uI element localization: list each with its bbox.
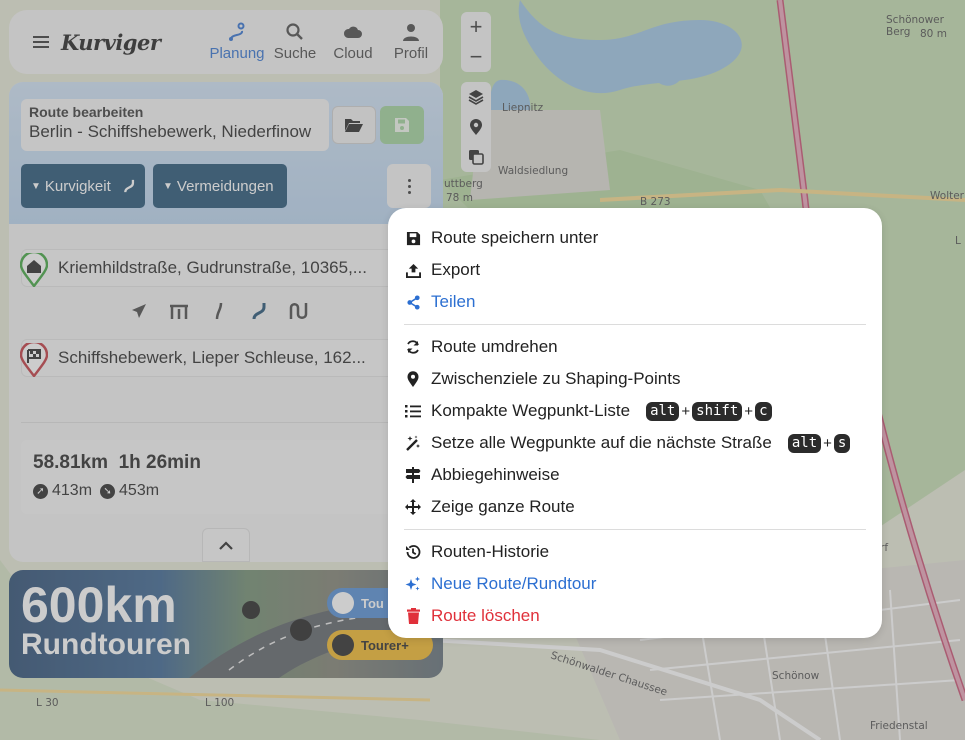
key-c: c bbox=[755, 401, 772, 421]
menu-item-route-history[interactable]: Routen-Historie bbox=[388, 536, 882, 568]
upload-icon bbox=[404, 261, 422, 279]
menu-item-export[interactable]: Export bbox=[388, 254, 882, 286]
menu-item-turn-instructions[interactable]: Abbiegehinweise bbox=[388, 459, 882, 491]
list-icon bbox=[404, 402, 422, 420]
menu-item-label: Zeige ganze Route bbox=[431, 497, 575, 516]
menu-item-save-as[interactable]: Route speichern unter bbox=[388, 222, 882, 254]
menu-item-compact-list[interactable]: Kompakte Wegpunkt-Liste alt + shift + c bbox=[388, 395, 882, 427]
key-plus: + bbox=[681, 402, 691, 420]
save-icon bbox=[404, 229, 422, 247]
menu-item-label: Teilen bbox=[431, 292, 476, 311]
menu-item-label: Route löschen bbox=[431, 606, 540, 625]
menu-item-label: Route speichern unter bbox=[431, 228, 599, 247]
menu-item-shaping-points[interactable]: Zwischenziele zu Shaping-Points bbox=[388, 363, 882, 395]
menu-item-label: Abbiegehinweise bbox=[431, 465, 560, 484]
key-shift: shift bbox=[692, 401, 743, 421]
menu-item-label: Setze alle Wegpunkte auf die nächste Str… bbox=[431, 433, 772, 452]
menu-item-label: Export bbox=[431, 260, 481, 279]
reverse-arrows-icon bbox=[404, 338, 422, 356]
menu-item-reverse[interactable]: Route umdrehen bbox=[388, 331, 882, 363]
menu-separator bbox=[404, 529, 866, 530]
route-options-menu: Route speichern unter Export Teilen Rout… bbox=[388, 208, 882, 638]
share-icon bbox=[404, 293, 422, 311]
key-s: s bbox=[833, 433, 851, 453]
key-plus: + bbox=[823, 434, 832, 452]
history-icon bbox=[404, 543, 422, 561]
trash-icon bbox=[404, 607, 422, 625]
magic-wand-icon bbox=[404, 434, 422, 452]
menu-item-label: Kompakte Wegpunkt-Liste bbox=[431, 401, 631, 420]
sparkles-icon bbox=[404, 575, 422, 593]
menu-item-share[interactable]: Teilen bbox=[388, 286, 882, 318]
menu-item-label: Neue Route/Rundtour bbox=[431, 574, 597, 593]
signpost-icon bbox=[404, 466, 422, 484]
keyboard-shortcut: alt + s bbox=[787, 433, 851, 453]
key-plus: + bbox=[744, 402, 754, 420]
move-arrows-icon bbox=[404, 498, 422, 516]
key-alt: alt bbox=[787, 433, 822, 453]
menu-item-snap-to-road[interactable]: Setze alle Wegpunkte auf die nächste Str… bbox=[388, 427, 882, 459]
menu-item-label: Route umdrehen bbox=[431, 337, 558, 356]
menu-separator bbox=[404, 324, 866, 325]
key-alt: alt bbox=[646, 401, 680, 421]
menu-item-label: Routen-Historie bbox=[431, 542, 550, 561]
location-pin-icon bbox=[404, 370, 422, 388]
menu-item-delete-route[interactable]: Route löschen bbox=[388, 600, 882, 632]
menu-item-label: Zwischenziele zu Shaping-Points bbox=[431, 369, 681, 388]
menu-item-show-whole-route[interactable]: Zeige ganze Route bbox=[388, 491, 882, 523]
menu-item-new-route[interactable]: Neue Route/Rundtour bbox=[388, 568, 882, 600]
keyboard-shortcut: alt + shift + c bbox=[646, 401, 772, 421]
